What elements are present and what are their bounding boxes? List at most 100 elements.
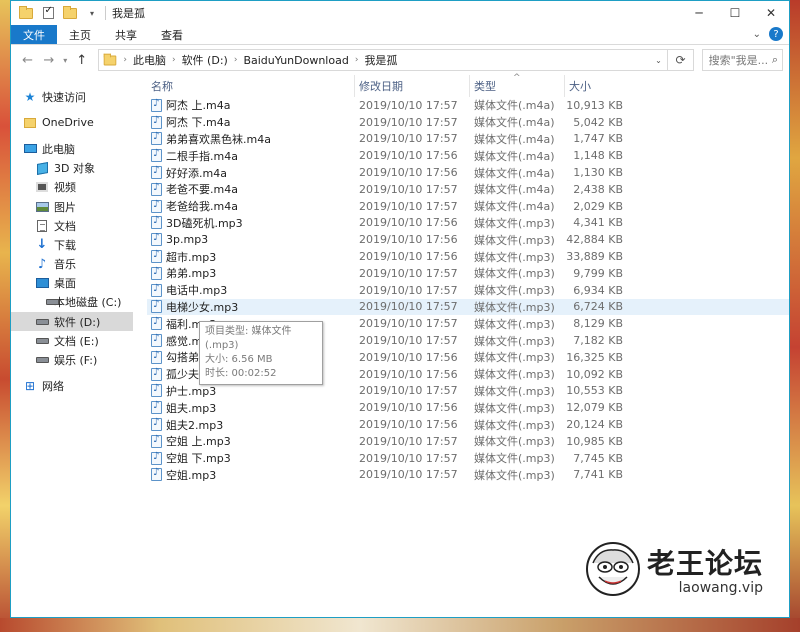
- breadcrumb-drive-d[interactable]: 软件 (D:): [182, 52, 228, 68]
- tab-share[interactable]: 共享: [103, 25, 149, 44]
- column-header-size[interactable]: 大小: [565, 75, 625, 97]
- close-button[interactable]: ✕: [753, 1, 789, 25]
- maximize-button[interactable]: ☐: [717, 1, 753, 25]
- file-name: 阿杰 下.m4a: [166, 116, 231, 130]
- file-name-cell: 空姐 下.mp3: [147, 450, 355, 466]
- breadcrumb-this-pc[interactable]: 此电脑: [133, 52, 166, 68]
- window-title: 我是孤: [112, 7, 145, 20]
- file-type: 媒体文件(.mp3): [474, 384, 555, 398]
- audio-file-icon: [151, 451, 162, 465]
- file-name-cell: 老爸不要.m4a: [147, 181, 355, 197]
- file-row[interactable]: 姐夫2.mp3 2019/10/10 17:56 媒体文件(.mp3) 20,124 …: [147, 416, 789, 433]
- sidebar-item-this-pc[interactable]: 此电脑: [11, 139, 133, 158]
- file-row[interactable]: 电梯少女.mp3 2019/10/10 17:57 媒体文件(.mp3) 6,724 …: [147, 298, 789, 316]
- search-icon: ⌕: [771, 53, 778, 66]
- file-row[interactable]: 电话中.mp3 2019/10/10 17:57 媒体文件(.mp3) 6,934 K…: [147, 282, 789, 299]
- tab-home[interactable]: 主页: [57, 25, 103, 44]
- customize-toolbar-icon[interactable]: ▾: [85, 6, 99, 20]
- address-bar[interactable]: › 此电脑 › 软件 (D:) › BaiduYunDownload › 我是孤…: [98, 49, 669, 71]
- file-row[interactable]: 阿杰 下.m4a 2019/10/10 17:57 媒体文件(.m4a) 5,042 …: [147, 114, 789, 131]
- audio-file-icon: [151, 215, 162, 230]
- file-row[interactable]: 空姐.mp3 2019/10/10 17:57 媒体文件(.mp3) 7,741 KB: [147, 467, 789, 484]
- recent-locations-button[interactable]: ▾: [60, 56, 72, 65]
- breadcrumb-current-folder[interactable]: 我是孤: [364, 52, 397, 68]
- 3d-objects-icon: [35, 161, 49, 175]
- sidebar-item-desktop[interactable]: 桌面: [11, 274, 133, 293]
- file-name-cell: 阿杰 下.m4a: [147, 114, 355, 130]
- file-name: 空姐.mp3: [166, 468, 217, 482]
- audio-file-icon: [151, 434, 162, 448]
- file-name: 空姐 下.mp3: [166, 452, 231, 466]
- sidebar-item-downloads[interactable]: ↓ 下载: [11, 235, 133, 254]
- file-date: 2019/10/10 17:56: [359, 418, 458, 432]
- file-date: 2019/10/10 17:56: [359, 233, 458, 247]
- tab-view[interactable]: 查看: [149, 25, 195, 44]
- sidebar-item-music[interactable]: ♪ 音乐: [11, 255, 133, 274]
- file-row[interactable]: 阿杰 上.m4a 2019/10/10 17:57 媒体文件(.m4a) 10,913…: [147, 97, 789, 114]
- file-name-cell: 老爸给我.m4a: [147, 198, 355, 214]
- chevron-right-icon[interactable]: ›: [172, 55, 176, 65]
- refresh-button[interactable]: ⟳: [668, 49, 694, 71]
- file-name: 弟弟.mp3: [166, 267, 217, 281]
- file-size: 12,079 KB: [566, 401, 623, 415]
- file-type: 媒体文件(.m4a): [474, 166, 555, 180]
- desktop-background-right: [790, 0, 800, 632]
- up-button[interactable]: ↑: [71, 53, 92, 68]
- sidebar-item-videos[interactable]: 视频: [11, 178, 133, 197]
- file-date: 2019/10/10 17:57: [359, 115, 458, 129]
- sidebar-item-label: 网络: [42, 380, 64, 394]
- address-dropdown-icon[interactable]: ⌄: [649, 56, 667, 65]
- chevron-down-icon[interactable]: ⌄: [753, 29, 761, 40]
- file-date: 2019/10/10 17:57: [359, 182, 458, 196]
- file-row[interactable]: 好好添.m4a 2019/10/10 17:56 媒体文件(.m4a) 1,130 K…: [147, 164, 789, 181]
- sidebar-item-onedrive[interactable]: OneDrive: [11, 113, 133, 132]
- file-row[interactable]: 二根手指.m4a 2019/10/10 17:56 媒体文件(.m4a) 1,148 …: [147, 147, 789, 164]
- file-row[interactable]: 超市.mp3 2019/10/10 17:56 媒体文件(.mp3) 33,889 K…: [147, 248, 789, 265]
- file-name: 3p.mp3: [166, 233, 209, 247]
- file-size: 42,884 KB: [566, 233, 623, 247]
- breadcrumb-baiduyundownload[interactable]: BaiduYunDownload: [243, 54, 348, 67]
- column-header-name[interactable]: 名称: [147, 75, 355, 97]
- file-row[interactable]: 姐夫.mp3 2019/10/10 17:56 媒体文件(.mp3) 12,079 K…: [147, 399, 789, 416]
- sidebar-item-quick-access[interactable]: ★ 快速访问: [11, 87, 133, 106]
- file-size: 7,182 KB: [573, 334, 623, 348]
- chevron-right-icon[interactable]: ›: [234, 55, 238, 65]
- music-icon: ♪: [37, 256, 47, 272]
- audio-file-icon: [151, 417, 162, 432]
- sidebar-item-3d-objects[interactable]: 3D 对象: [11, 159, 133, 178]
- tab-file[interactable]: 文件: [11, 25, 57, 44]
- file-row[interactable]: 3p.mp3 2019/10/10 17:56 媒体文件(.mp3) 42,884 K…: [147, 231, 789, 248]
- sidebar-item-documents[interactable]: 文档: [11, 216, 133, 235]
- sidebar-item-drive-f[interactable]: 娱乐 (F:): [11, 350, 133, 369]
- file-type: 媒体文件(.m4a): [474, 99, 555, 113]
- file-row[interactable]: 空姐 上.mp3 2019/10/10 17:57 媒体文件(.mp3) 10,985…: [147, 433, 789, 450]
- sidebar-item-drive-d[interactable]: 软件 (D:): [11, 312, 133, 332]
- forward-button[interactable]: →: [38, 53, 59, 68]
- column-header-date[interactable]: 修改日期: [355, 75, 470, 97]
- file-size: 10,092 KB: [566, 367, 623, 381]
- file-row[interactable]: 空姐 下.mp3 2019/10/10 17:57 媒体文件(.mp3) 7,745 …: [147, 450, 789, 467]
- file-row[interactable]: 护士.mp3 2019/10/10 17:57 媒体文件(.mp3) 10,553 K…: [147, 383, 789, 400]
- chevron-right-icon[interactable]: ›: [123, 55, 127, 65]
- file-row[interactable]: 老爸给我.m4a 2019/10/10 17:57 媒体文件(.m4a) 2,029 …: [147, 198, 789, 215]
- chevron-right-icon[interactable]: ›: [355, 55, 359, 65]
- properties-icon[interactable]: [41, 5, 55, 20]
- file-name-cell: 3p.mp3: [147, 233, 355, 247]
- file-size: 16,325 KB: [566, 350, 623, 364]
- sidebar-item-drive-c[interactable]: 本地磁盘 (C:): [11, 293, 133, 312]
- help-icon[interactable]: ?: [769, 27, 783, 41]
- file-row[interactable]: 弟弟.mp3 2019/10/10 17:57 媒体文件(.mp3) 9,799 KB: [147, 265, 789, 282]
- minimize-button[interactable]: ─: [681, 1, 717, 25]
- file-row[interactable]: 3D磕死机.mp3 2019/10/10 17:56 媒体文件(.mp3) 4,341…: [147, 215, 789, 232]
- sidebar-item-network[interactable]: ⊞ 网络: [11, 377, 133, 396]
- sidebar-item-pictures[interactable]: 图片: [11, 197, 133, 216]
- sidebar-item-drive-e[interactable]: 文档 (E:): [11, 331, 133, 350]
- file-type: 媒体文件(.mp3): [474, 216, 555, 230]
- back-button[interactable]: ←: [17, 53, 38, 68]
- file-name: 弟弟喜欢黑色袜.m4a: [166, 132, 271, 146]
- new-folder-icon[interactable]: [63, 5, 77, 20]
- file-name: 老爸给我.m4a: [166, 200, 238, 214]
- file-row[interactable]: 老爸不要.m4a 2019/10/10 17:57 媒体文件(.m4a) 2,438 …: [147, 181, 789, 198]
- search-input[interactable]: 搜索"我是... ⌕: [701, 49, 783, 71]
- file-row[interactable]: 弟弟喜欢黑色袜.m4a 2019/10/10 17:57 媒体文件(.m4a) 1,7…: [147, 131, 789, 148]
